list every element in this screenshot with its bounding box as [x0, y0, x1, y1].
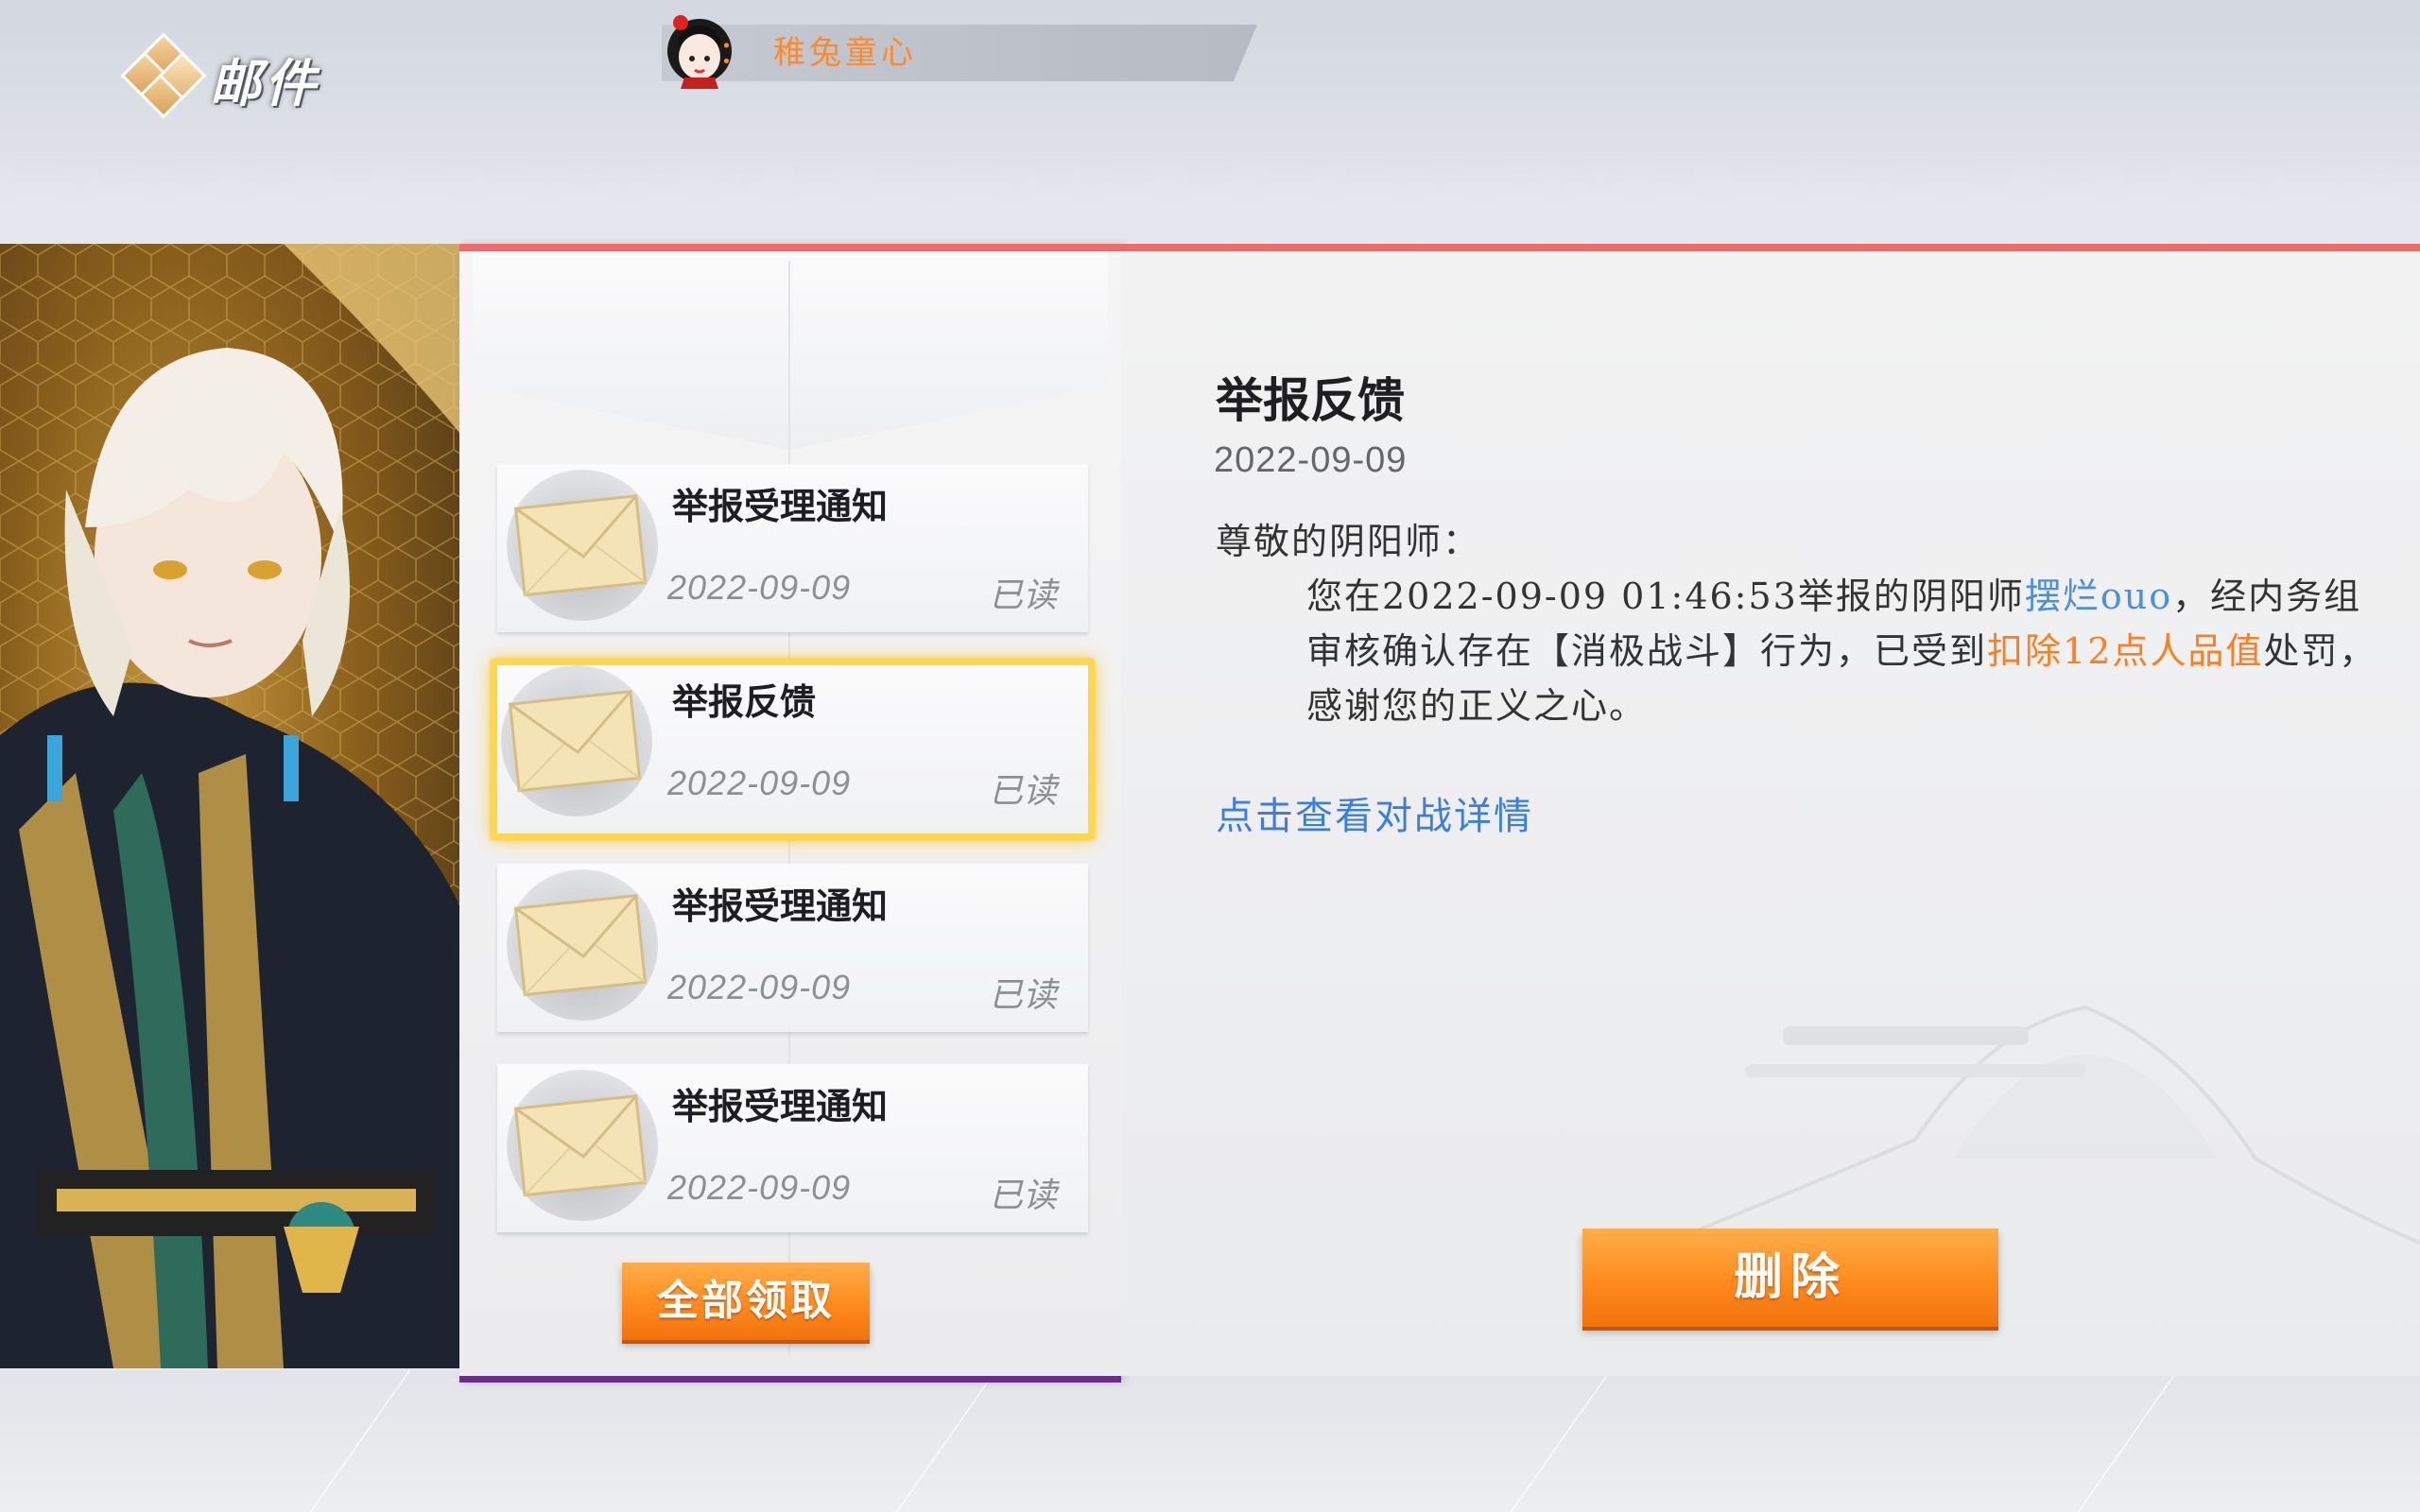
mail-detail-panel: 举报反馈 2022-09-09 尊敬的阴阳师： 您在2022-09-09 01:…	[1121, 244, 2420, 1376]
mail-title: 举报反馈	[672, 683, 817, 723]
mail-date: 2022-09-09	[667, 764, 852, 802]
mail-date: 2022-09-09	[667, 568, 852, 607]
mail-date: 2022-09-09	[667, 1168, 852, 1207]
message-text: 您在2022-09-09 01:46:53举报的阴阳师	[1306, 576, 2025, 617]
envelope-icon	[507, 869, 658, 1021]
mail-read-status: 已读	[989, 1176, 1058, 1214]
player-name: 稚兔童心	[773, 35, 917, 71]
mail-greeting: 尊敬的阴阳师：	[1216, 521, 1481, 562]
mail-list-item[interactable]: 举报受理通知 2022-09-09 已读	[497, 464, 1088, 632]
floor-backdrop	[0, 1370, 2420, 1512]
mail-detail-title: 举报反馈	[1216, 374, 1405, 427]
page-title: 邮件	[210, 56, 320, 112]
mail-list-item[interactable]: 举报受理通知 2022-09-09 已读	[497, 864, 1088, 1032]
mail-title: 举报受理通知	[672, 1088, 889, 1127]
envelope-icon	[507, 1070, 658, 1221]
mail-message: 您在2022-09-09 01:46:53举报的阴阳师摆烂ouo，经内务组审核确…	[1216, 569, 2397, 733]
mail-read-status: 已读	[989, 771, 1058, 810]
mail-date: 2022-09-09	[667, 968, 852, 1006]
mail-list-item[interactable]: 举报受理通知 2022-09-09 已读	[497, 1064, 1088, 1232]
player-label: ：	[718, 35, 751, 71]
view-battle-details-link[interactable]: 点击查看对战详情	[1216, 785, 1533, 840]
reported-player-name: 摆烂ouo	[2024, 576, 2173, 617]
mail-list-item-selected[interactable]: 举报反馈 2022-09-09 已读	[492, 660, 1094, 839]
envelope-icon	[507, 470, 658, 621]
mail-detail-body: 尊敬的阴阳师： 您在2022-09-09 01:46:53举报的阴阳师摆烂ouo…	[1216, 514, 2397, 733]
mail-title: 举报受理通知	[672, 887, 889, 927]
delete-button[interactable]: 删除	[1582, 1228, 1998, 1327]
mail-title: 举报受理通知	[672, 488, 889, 527]
mail-detail-date: 2022-09-09	[1214, 440, 1408, 480]
mail-logo-icon	[120, 32, 207, 119]
envelope-icon	[501, 665, 652, 816]
envelope-flap-decoration	[473, 251, 1108, 450]
collect-all-button[interactable]: 全部领取	[622, 1263, 870, 1340]
character-portrait	[0, 244, 459, 1368]
mail-read-status: 已读	[989, 576, 1058, 614]
penalty-text: 扣除12点人品值	[1987, 630, 2264, 672]
mail-read-status: 已读	[989, 975, 1058, 1014]
mail-list-panel: 举报受理通知 2022-09-09 已读 举报反馈 2022-09-09 已读 …	[459, 244, 1121, 1383]
player-info-bar	[662, 25, 1257, 81]
